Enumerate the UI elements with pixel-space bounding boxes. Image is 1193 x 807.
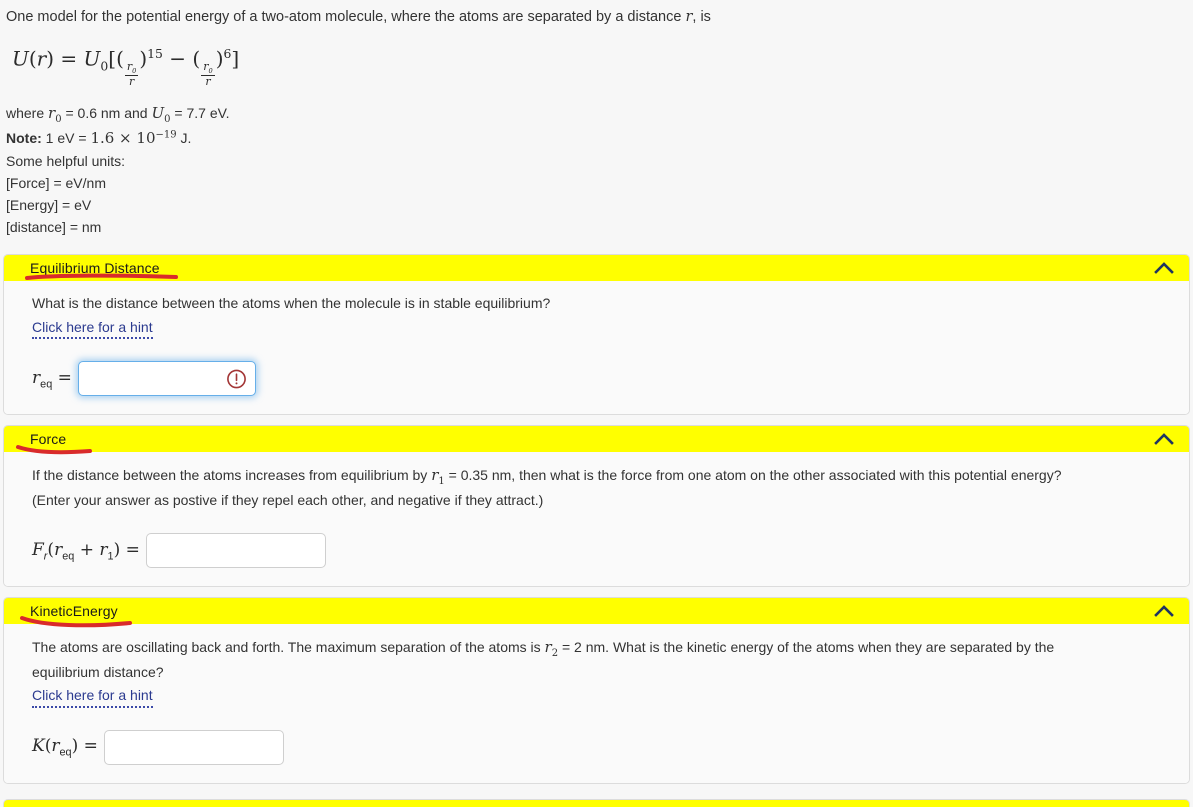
force-q-part2: = 0.35 nm, then what is the force from o… xyxy=(444,467,1062,484)
hint-link-equilibrium[interactable]: Click here for a hint xyxy=(32,318,153,340)
given-values-line: where r0 = 0.6 nm and U0 = 7.7 eV. xyxy=(6,102,1185,127)
kinetic-q-part1: The atoms are oscillating back and forth… xyxy=(32,639,545,656)
eq-frac1-num: r0 xyxy=(124,60,139,77)
section-body-force: If the distance between the atoms increa… xyxy=(4,452,1189,587)
section-body-equilibrium-distance: What is the distance between the atoms w… xyxy=(4,281,1189,415)
section-header-kinetic-energy[interactable]: KineticEnergy xyxy=(4,598,1189,625)
question-text-equilibrium: What is the distance between the atoms w… xyxy=(32,295,551,312)
section-force: Force If the distance between the atoms … xyxy=(3,425,1190,588)
answer-label-kinetic: K(req) = xyxy=(32,735,98,759)
note-label: Note: xyxy=(6,130,42,147)
note-text-1: 1 eV = xyxy=(41,130,91,147)
eq-lhs-r: r xyxy=(36,46,47,71)
section-header-force[interactable]: Force xyxy=(4,426,1189,453)
eq-lhs-U: U xyxy=(12,46,29,71)
eq-exponent-15: 15 xyxy=(147,46,163,62)
note-line: Note: 1 eV = 1.6 × 10−19 J. xyxy=(6,127,1185,151)
given-U0-symbol: U xyxy=(151,103,165,122)
chevron-up-icon[interactable] xyxy=(1151,431,1177,447)
answer-row-equilibrium: req = xyxy=(32,361,1169,397)
unit-distance: [distance] = nm xyxy=(6,218,102,235)
answer-input-kinetic[interactable] xyxy=(103,729,284,765)
section-body-kinetic-energy: The atoms are oscillating back and forth… xyxy=(4,624,1189,783)
intro-text-after: , is xyxy=(692,9,711,25)
force-q-part1: If the distance between the atoms increa… xyxy=(32,467,432,484)
answer-input-req[interactable] xyxy=(77,361,256,397)
hint-link-kinetic[interactable]: Click here for a hint xyxy=(32,686,153,708)
chevron-up-icon[interactable] xyxy=(1151,260,1177,276)
eq-fraction-2: r0 r xyxy=(201,60,215,89)
question-text-force-line2: (Enter your answer as postive if they re… xyxy=(32,491,544,508)
section-title-kinetic-energy: KineticEnergy xyxy=(30,603,118,620)
section-title-equilibrium-distance: Equilibrium Distance xyxy=(30,260,160,277)
answer-input-wrap-kinetic xyxy=(103,729,284,765)
question-text-force: If the distance between the atoms increa… xyxy=(32,464,1162,489)
answer-label-force: Fr(req + r1) = xyxy=(32,539,140,563)
eq-frac1-den: r xyxy=(128,75,135,89)
note-text-2: J. xyxy=(176,130,192,147)
answer-input-wrap-equilibrium xyxy=(77,361,256,397)
question-text-kinetic: The atoms are oscillating back and forth… xyxy=(32,636,1117,683)
given-U0-value: = 7.7 eV. xyxy=(170,104,230,121)
problem-page: One model for the potential energy of a … xyxy=(0,0,1193,807)
note-exponent: −19 xyxy=(155,129,177,141)
answer-row-kinetic: K(req) = xyxy=(32,729,1169,765)
units-heading: Some helpful units: xyxy=(6,152,126,169)
section-kinetic-energy: KineticEnergy The atoms are oscillating … xyxy=(3,597,1190,784)
section-title-force: Force xyxy=(30,431,67,448)
note-value: 1.6 × 10 xyxy=(90,129,156,148)
unit-energy: [Energy] = eV xyxy=(6,196,92,213)
intro-sentence: One model for the potential energy of a … xyxy=(6,7,1185,28)
answer-input-wrap-force xyxy=(145,533,326,569)
eq-fraction-1: r0 r xyxy=(124,60,139,89)
unit-force: [Force] = eV/nm xyxy=(6,174,106,191)
eq-frac2-den: r xyxy=(205,75,211,89)
kinetic-q-symbol: r xyxy=(544,638,552,657)
next-section-header-peek[interactable] xyxy=(3,799,1190,807)
intro-text-before: One model for the potential energy of a … xyxy=(6,9,686,25)
problem-preamble: One model for the potential energy of a … xyxy=(0,0,1193,238)
answer-row-force: Fr(req + r1) = xyxy=(32,533,1169,569)
given-prefix: where xyxy=(6,104,49,121)
section-header-equilibrium-distance[interactable]: Equilibrium Distance xyxy=(4,255,1189,282)
section-equilibrium-distance: Equilibrium Distance What is the distanc… xyxy=(3,254,1190,416)
answer-label-req: req = xyxy=(32,367,72,391)
eq-rhs-U: U xyxy=(83,46,101,71)
answer-input-force[interactable] xyxy=(145,533,326,569)
potential-energy-equation: U(r) = U0[(r0 r)15 − (r0 r)6] xyxy=(12,46,240,89)
chevron-up-icon[interactable] xyxy=(1151,603,1177,619)
eq-frac2-num: r0 xyxy=(201,60,215,77)
given-r0-value: = 0.6 nm and xyxy=(61,104,152,121)
